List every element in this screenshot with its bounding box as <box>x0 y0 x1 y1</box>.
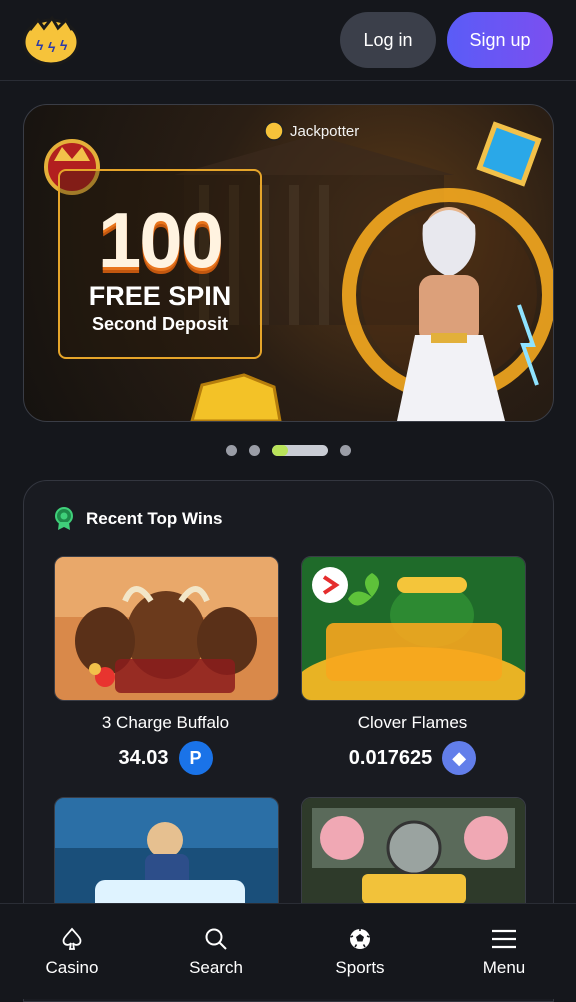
spade-icon <box>62 927 82 950</box>
promo-subline: Second Deposit <box>91 314 229 334</box>
game-name: Clover Flames <box>357 713 468 732</box>
soccer-ball-icon <box>350 928 370 949</box>
banner-brand: Jackpotter <box>264 121 359 141</box>
hamburger-icon <box>492 929 516 948</box>
bottom-navigation: Casino Search Sports Menu <box>0 903 576 999</box>
search-icon <box>205 928 227 950</box>
game-thumbnail-clover-flames[interactable] <box>301 556 526 701</box>
nav-menu-label: Menu <box>482 957 526 977</box>
login-button[interactable]: Log in <box>340 12 436 68</box>
nav-search[interactable]: Search <box>144 904 288 999</box>
svg-text:ϟ: ϟ <box>60 37 68 53</box>
brand-mini-logo-icon <box>264 121 284 141</box>
promo-number: 100 <box>97 196 224 284</box>
recent-wins-title: Recent Top Wins <box>86 509 223 528</box>
nav-casino[interactable]: Casino <box>0 904 144 999</box>
nav-search-label: Search <box>189 957 243 977</box>
blue-gem-icon <box>476 121 542 187</box>
promo-banner[interactable]: Jackpotter 100 FREE SPIN Second Deposit <box>23 104 554 422</box>
win-card[interactable]: Clover Flames 0.017625 ◆ <box>301 556 526 775</box>
nav-sports-label: Sports <box>335 957 385 977</box>
nav-casino-label: Casino <box>45 957 99 977</box>
win-amount: 34.03 <box>118 746 169 769</box>
game-name: 3 Charge Buffalo <box>101 713 230 732</box>
win-card[interactable]: 3 Charge Buffalo 34.03 P <box>54 556 279 775</box>
nav-menu[interactable]: Menu <box>432 904 576 999</box>
paypal-coin-icon: P <box>178 741 213 775</box>
signup-button[interactable]: Sign up <box>447 12 553 68</box>
promo-headline: FREE SPIN <box>88 281 232 311</box>
zeus-character-illustration <box>342 188 553 421</box>
banner-brand-label: Jackpotter <box>290 122 360 140</box>
buffalo-artwork <box>55 557 278 700</box>
promo-offer-box: 100 FREE SPIN Second Deposit <box>58 169 262 359</box>
svg-text:ϟ: ϟ <box>48 39 56 55</box>
recent-wins-header: Recent Top Wins <box>54 507 222 531</box>
carousel-dot[interactable] <box>340 445 351 456</box>
win-amount: 0.017625 <box>348 746 433 769</box>
carousel-indicator <box>226 445 351 456</box>
award-icon <box>55 507 73 530</box>
gold-gem-icon <box>190 373 282 421</box>
carousel-dot[interactable] <box>249 445 260 456</box>
game-thumbnail-3-charge-buffalo[interactable] <box>54 556 279 701</box>
ethereum-coin-icon: ◆ <box>442 741 477 775</box>
win-amount-row: 34.03 P <box>54 741 277 775</box>
clover-flames-artwork <box>302 557 525 700</box>
win-amount-row: 0.017625 ◆ <box>301 741 524 775</box>
carousel-dot[interactable] <box>226 445 237 456</box>
carousel-dot-active[interactable] <box>272 445 328 456</box>
top-header: ϟ ϟ ϟ Log in Sign up <box>0 0 576 81</box>
brand-logo-icon[interactable]: ϟ ϟ ϟ <box>22 12 80 68</box>
svg-text:ϟ: ϟ <box>36 37 44 53</box>
nav-sports[interactable]: Sports <box>288 904 432 999</box>
